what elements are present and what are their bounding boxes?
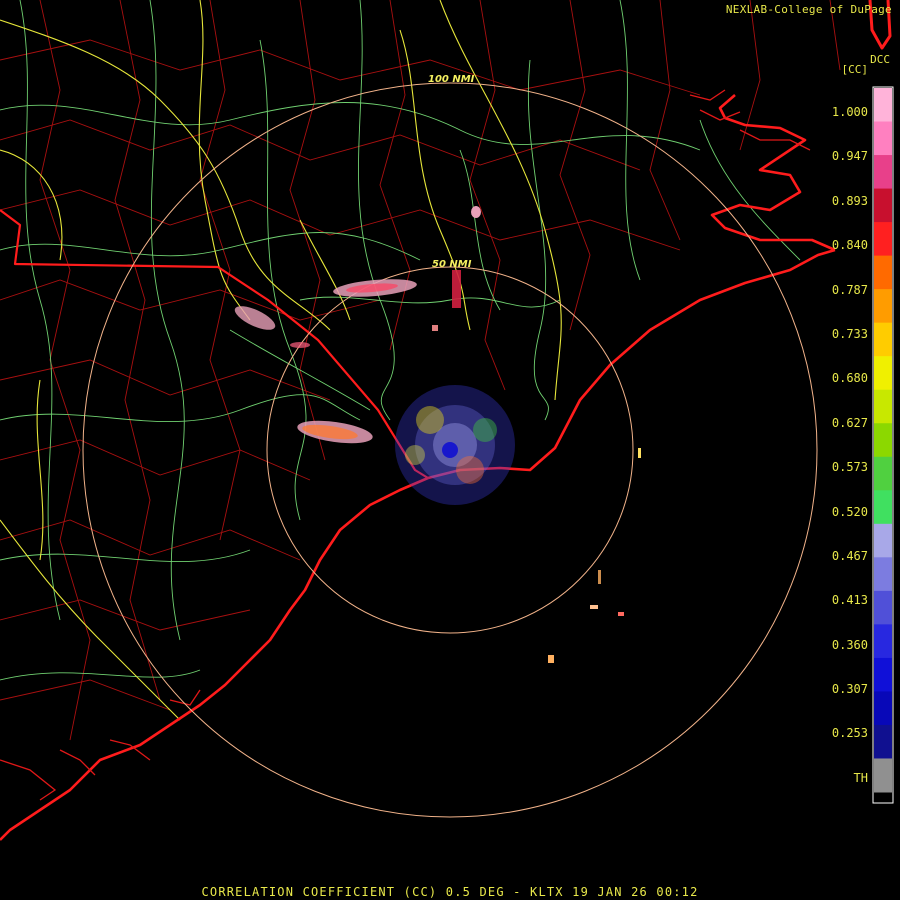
color-scale-bar	[872, 86, 894, 804]
scale-label: 0.307	[831, 682, 868, 696]
color-scale-swatch	[874, 456, 892, 491]
color-scale-swatch	[874, 188, 892, 223]
color-scale-swatch	[874, 624, 892, 659]
product-footer: CORRELATION COEFFICIENT (CC) 0.5 DEG - K…	[201, 885, 699, 899]
scale-label: 0.360	[831, 638, 868, 652]
scale-label: 1.000	[831, 105, 868, 119]
product-id: DCC	[870, 53, 890, 66]
scale-label: 0.467	[831, 549, 868, 563]
color-scale-swatch	[874, 657, 892, 692]
color-scale-swatch	[874, 490, 892, 525]
color-scale-swatch	[874, 389, 892, 424]
scale-label: 0.733	[831, 327, 868, 341]
color-scale-swatch	[874, 255, 892, 290]
color-scale-labels: 1.000 0.947 0.893 0.840 0.787 0.733 0.68…	[808, 0, 868, 900]
scale-label: 0.893	[831, 194, 868, 208]
color-scale-swatch	[874, 523, 892, 558]
color-scale-swatch	[874, 155, 892, 190]
scale-label: 0.627	[831, 416, 868, 430]
color-scale-swatch	[874, 322, 892, 357]
scale-label: 0.787	[831, 283, 868, 297]
scale-label: 0.680	[831, 371, 868, 385]
color-scale-swatch	[874, 590, 892, 625]
color-scale-swatch	[874, 121, 892, 156]
color-scale-swatch	[874, 758, 892, 793]
color-scale-swatch	[874, 557, 892, 592]
scale-label: 0.573	[831, 460, 868, 474]
color-scale-swatch	[874, 289, 892, 324]
color-scale-swatch	[874, 724, 892, 759]
color-scale-swatch	[874, 691, 892, 726]
scale-label: 0.413	[831, 593, 868, 607]
color-scale-swatch	[874, 88, 892, 123]
scale-label: 0.840	[831, 238, 868, 252]
color-scale-swatch	[874, 356, 892, 391]
scale-label: 0.520	[831, 505, 868, 519]
scale-label: TH	[853, 771, 868, 785]
echo-ground-clutter	[395, 385, 515, 505]
scale-label: 0.253	[831, 726, 868, 740]
color-scale-swatch	[874, 423, 892, 458]
radar-map: 50 NMI 100 NMI	[0, 0, 900, 900]
range-ring-label-100: 100 NMI	[428, 74, 475, 85]
range-ring-label-50: 50 NMI	[432, 259, 472, 270]
color-scale-swatch	[874, 222, 892, 257]
scale-label: 0.947	[831, 149, 868, 163]
